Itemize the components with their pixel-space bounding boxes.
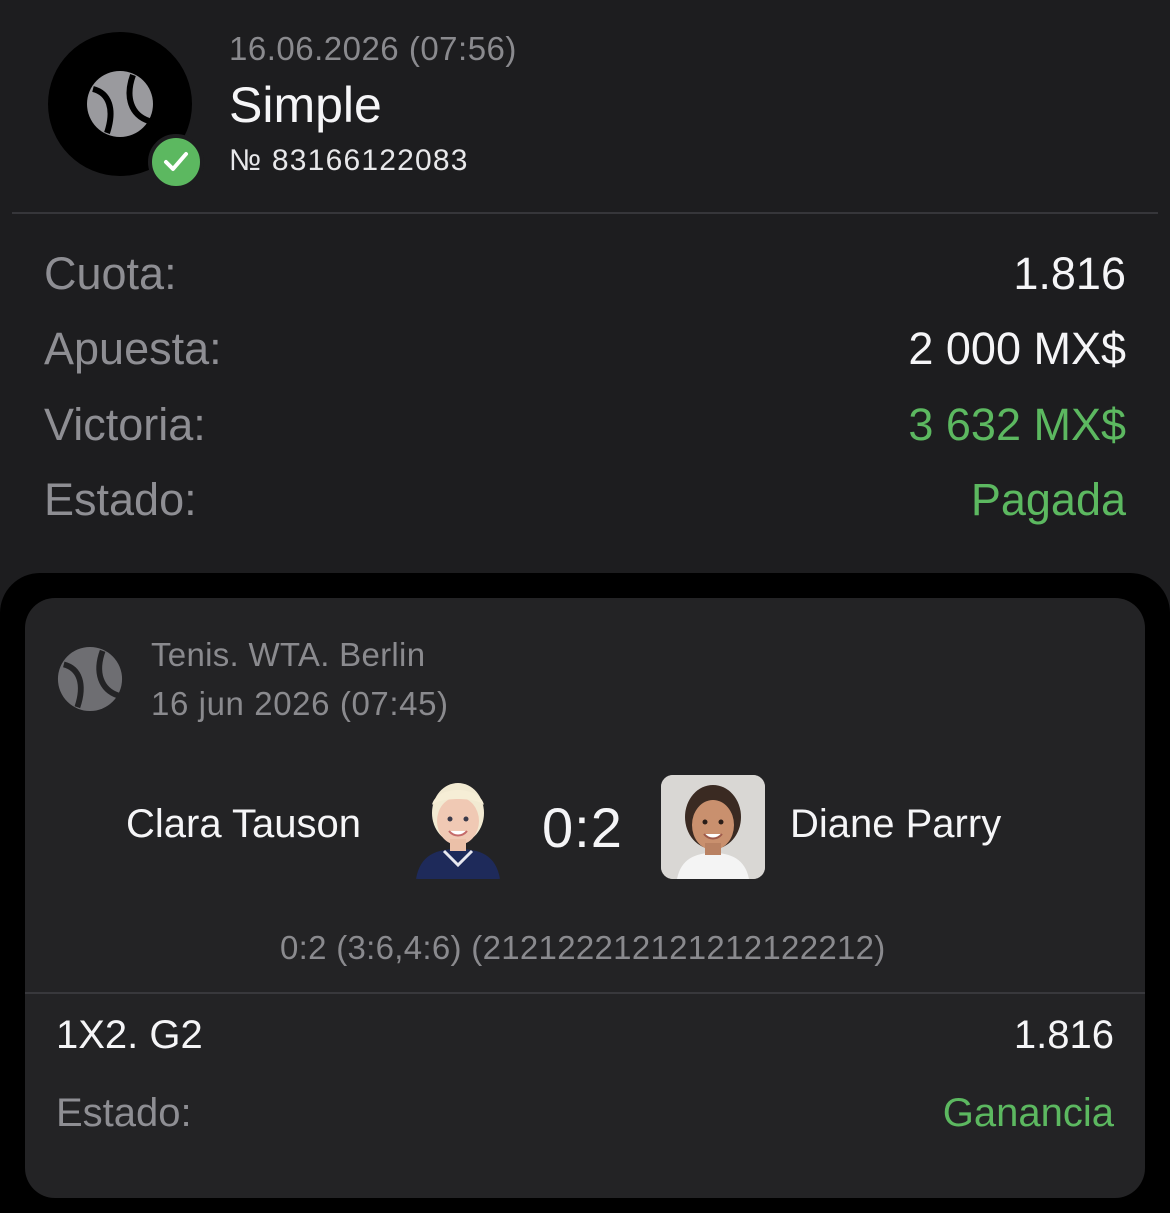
stake-row: Apuesta: 2 000 MX$ xyxy=(44,323,1126,383)
market-odds: 1.816 xyxy=(1013,1013,1114,1057)
bet-number[interactable]: № 83166122083 xyxy=(229,144,469,178)
odds-label: Cuota: xyxy=(44,248,177,299)
market-status-label: Estado: xyxy=(56,1091,192,1135)
team1-name: Clara Tauson xyxy=(126,802,361,846)
bet-type: Simple xyxy=(229,77,382,133)
odds-value: 1.816 xyxy=(1013,248,1126,299)
win-row: Victoria: 3 632 MX$ xyxy=(44,399,1126,459)
bet-header: 16.06.2026 (07:56) Simple № 83166122083 xyxy=(0,0,1170,214)
win-value: 3 632 MX$ xyxy=(908,399,1126,450)
bet-date: 16.06.2026 (07:56) xyxy=(229,30,517,67)
odds-row: Cuota: 1.816 xyxy=(44,248,1126,308)
win-label: Victoria: xyxy=(44,399,206,450)
market-name: 1X2. G2 xyxy=(56,1013,203,1057)
status-value: Pagada xyxy=(970,474,1126,525)
market-status-value: Ganancia xyxy=(942,1091,1114,1135)
stake-label: Apuesta: xyxy=(44,323,222,374)
status-label: Estado: xyxy=(44,474,197,525)
tennis-ball-icon xyxy=(85,69,155,144)
team2-name: Diane Parry xyxy=(790,802,1002,846)
divider xyxy=(12,212,1158,214)
score-detail: 0:2 (3:6,4:6) (212122212121212122212) xyxy=(280,929,886,966)
event-league: Tenis. WTA. Berlin xyxy=(151,636,426,673)
team1-avatar xyxy=(406,775,510,879)
team2-avatar xyxy=(661,775,765,879)
event-datetime: 16 jun 2026 (07:45) xyxy=(151,685,449,722)
tennis-ball-icon xyxy=(56,645,124,718)
check-icon xyxy=(148,134,204,190)
divider xyxy=(25,992,1145,994)
status-row: Estado: Pagada xyxy=(44,474,1126,534)
stake-value: 2 000 MX$ xyxy=(908,323,1126,374)
match-score: 0:2 xyxy=(542,796,623,859)
